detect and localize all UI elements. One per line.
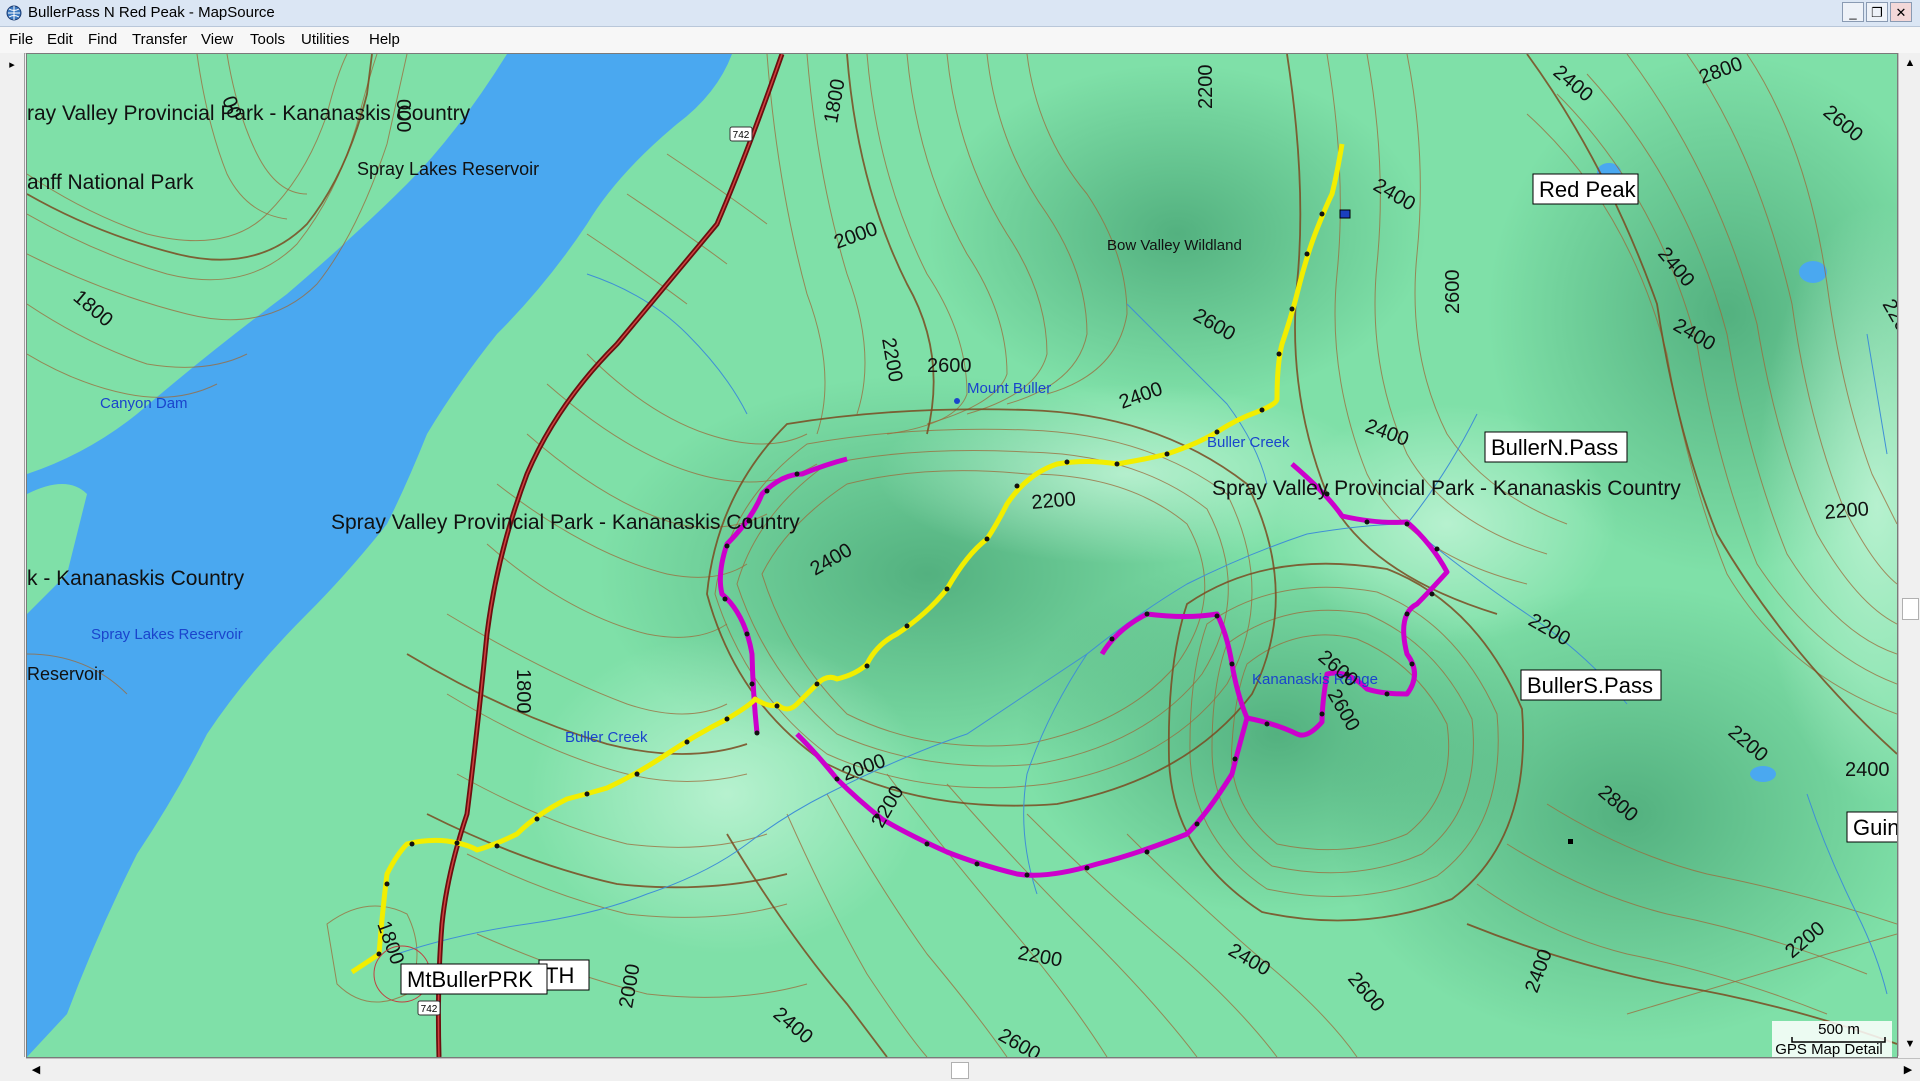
place-label: Buller Creek [565,729,648,746]
menu-help[interactable]: Help [369,31,400,48]
road-shield-742: 742 [729,126,753,142]
scroll-up-icon[interactable]: ▲ [1900,53,1920,73]
flag-icon[interactable] [1339,209,1351,219]
map-detail-label: GPS Map Detail [1775,1041,1883,1057]
close-button[interactable]: ✕ [1890,2,1912,22]
place-label: Spray Lakes Reservoir [91,626,243,643]
svg-text:2200: 2200 [1824,498,1870,524]
globe-app-icon [6,5,22,21]
area-label: anff National Park [27,171,194,194]
summit-icon[interactable] [954,398,960,404]
waypoint-label-mt-buller-prk[interactable]: MtBullerPRK [407,967,533,992]
area-label: Spray Valley Provincial Park - Kananaski… [331,511,800,534]
scale-bar: 500 m GPS Map Detail [1772,1021,1892,1057]
place-label: Buller Creek [1207,434,1290,451]
menu-utilities[interactable]: Utilities [301,31,349,48]
road-shield-742: 742 [417,1000,441,1016]
restore-button[interactable]: ❐ [1866,2,1888,22]
area-label: Spray Valley Provincial Park - Kananaski… [1212,477,1681,500]
vertical-scrollbar[interactable]: ▲ ▼ [1898,53,1920,1056]
horizontal-scroll-thumb[interactable] [951,1062,969,1079]
svg-text:2600: 2600 [1442,270,1464,315]
menu-find[interactable]: Find [88,31,117,48]
svg-text:000: 000 [392,99,414,132]
place-label: Mount Buller [967,380,1051,397]
svg-text:1800: 1800 [512,669,534,714]
scroll-left-icon[interactable]: ◀ [26,1060,46,1080]
map-view[interactable]: 742 742 ray Valley Provincial Park - Kan… [26,53,1898,1058]
waypoint-dot-icon[interactable] [1568,839,1573,844]
waypoint-label-buller-s-pass[interactable]: BullerS.Pass [1527,673,1653,698]
svg-text:742: 742 [421,1004,438,1015]
lake-icon [1799,261,1827,283]
menu-view[interactable]: View [201,31,233,48]
waypoint-label-th[interactable]: TH [545,963,574,988]
side-panel-collapsed[interactable]: ▸ [0,53,25,1057]
area-label: Bow Valley Wildland [1107,237,1242,254]
place-label: Canyon Dam [100,395,188,412]
menu-transfer[interactable]: Transfer [132,31,187,48]
menu-edit[interactable]: Edit [47,31,73,48]
svg-text:2200: 2200 [1031,488,1077,514]
horizontal-scrollbar[interactable]: ◀ ▶ [26,1058,1920,1081]
area-label: k - Kananaskis Country [27,567,245,590]
scale-distance: 500 m [1818,1021,1860,1038]
lake-icon [1750,766,1776,782]
svg-text:742: 742 [733,130,750,141]
minimize-button[interactable]: _ [1842,2,1864,22]
topographic-map[interactable]: 742 742 ray Valley Provincial Park - Kan… [27,54,1897,1057]
waypoint-label-red-peak[interactable]: Red Peak [1539,177,1637,202]
svg-text:2200: 2200 [1195,65,1217,110]
vertical-scroll-thumb[interactable] [1902,598,1919,620]
expand-panel-icon[interactable]: ▸ [2,55,22,75]
menu-file[interactable]: File [9,31,33,48]
menu-tools[interactable]: Tools [250,31,285,48]
window-title: BullerPass N Red Peak - MapSource [28,4,275,21]
svg-text:2400: 2400 [1845,759,1890,781]
area-label: Spray Lakes Reservoir [357,159,539,179]
scroll-right-icon[interactable]: ▶ [1898,1060,1918,1080]
title-bar: BullerPass N Red Peak - MapSource _ ❐ ✕ [0,0,1920,27]
waypoint-label-guin[interactable]: Guin [1853,815,1897,840]
svg-text:2600: 2600 [927,355,972,377]
area-label: Reservoir [27,664,104,684]
waypoint-label-buller-n-pass[interactable]: BullerN.Pass [1491,435,1618,460]
menu-bar: File Edit Find Transfer View Tools Utili… [0,27,1920,54]
scroll-down-icon[interactable]: ▼ [1900,1034,1920,1054]
